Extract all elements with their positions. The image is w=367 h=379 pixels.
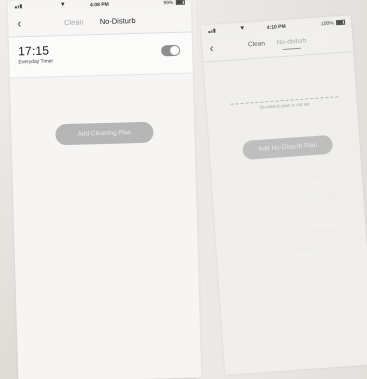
tab-clean[interactable]: Clean [248,40,266,52]
right-phone-screen: ▼ 4:10 PM 100% ‹ Clean No-disturb No-dis… [200,15,367,375]
empty-state-note: No-disturb plan is not set [230,96,339,112]
photo-scene: ▬ ▬▬ ▬▬ ▬▬ ▬▬▬ ▬ ▬ ▬▬▬ ▬▬ ▬ ▬▬▬▬ ▼ 4:08 … [0,0,367,379]
schedule-row[interactable]: 17:15 Everyday Timer [8,32,193,79]
toggle-knob [170,45,180,56]
battery-status: 99% [163,0,185,6]
tab-bar: Clean No-disturb [202,34,352,55]
battery-percent: 100% [320,20,334,28]
battery-status: 100% [320,19,346,28]
tab-no-disturb[interactable]: No-Disturb [100,16,136,30]
schedule-repeat: Everyday Timer [18,58,54,66]
tab-bar: Clean No-Disturb [8,15,191,33]
battery-icon [335,19,346,26]
add-cleaning-plan-button[interactable]: Add Cleaning Plan [55,121,154,146]
left-phone-screen: ▼ 4:08 PM 99% ‹ Clean No-Disturb 17:15 E… [7,0,202,379]
add-no-disturb-plan-button[interactable]: Add No-Disturb Plan [242,134,334,161]
schedule-time: 17:15 [17,43,50,59]
tab-no-disturb[interactable]: No-disturb [277,37,308,50]
battery-icon [175,0,185,6]
battery-percent: 99% [163,0,174,7]
schedule-toggle[interactable] [161,44,181,57]
tab-clean[interactable]: Clean [64,18,84,32]
